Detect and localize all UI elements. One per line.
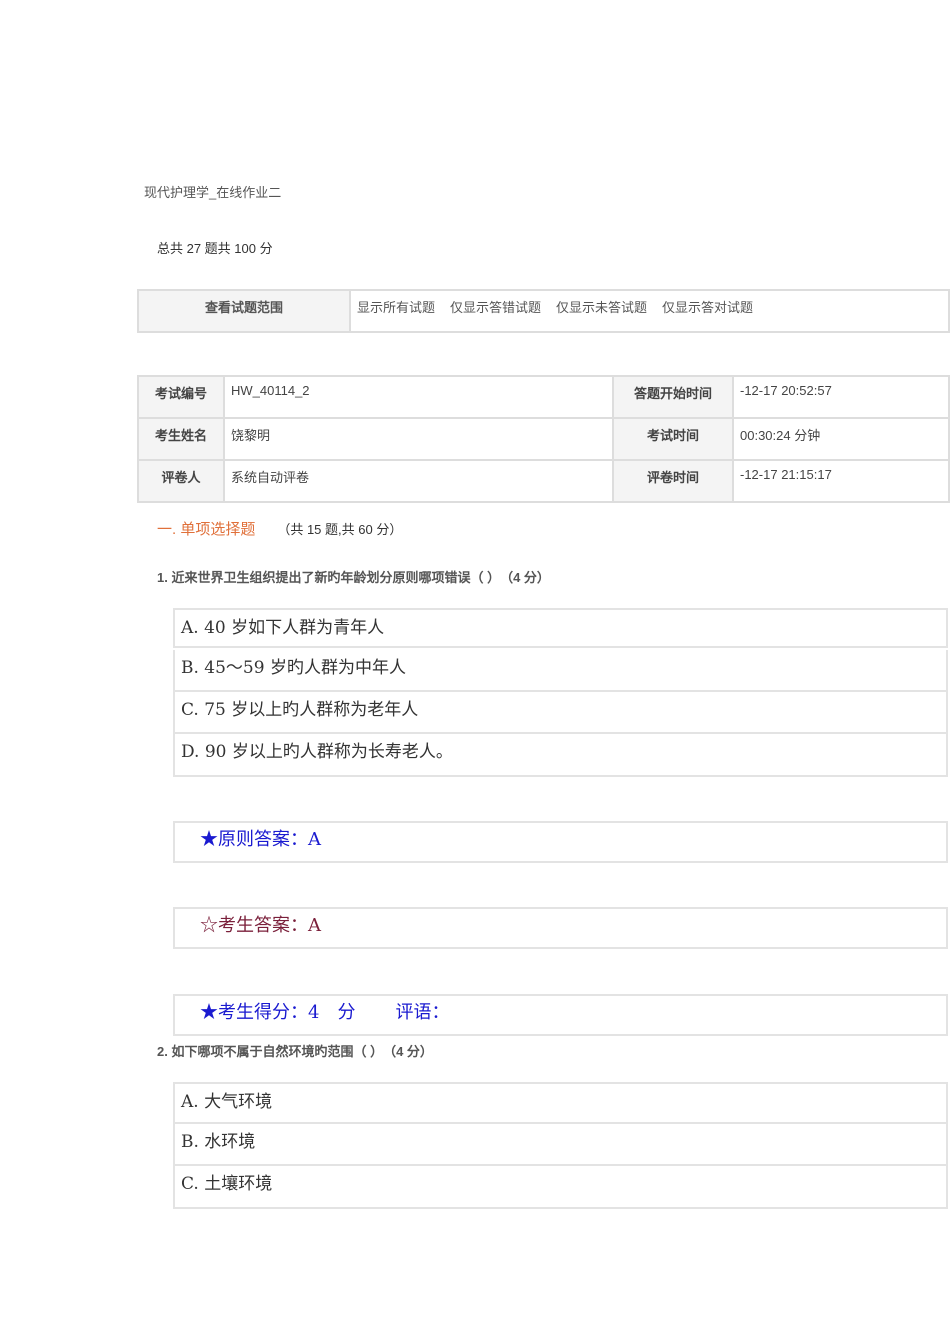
exam-id-label: 考试编号 — [137, 375, 225, 419]
start-label: 答题开始时间 — [612, 375, 734, 419]
grade-time-label: 评卷时间 — [612, 459, 734, 503]
comment-label: 评语： — [395, 1002, 450, 1023]
show-wrong-link[interactable]: 仅显示答错试题 — [450, 300, 541, 315]
q2-option-c: C. 土壤环境 — [173, 1166, 948, 1209]
student-score: ★考生得分：4 分 评语： — [173, 994, 948, 1036]
range-label: 查看试题范围 — [137, 289, 351, 333]
section-summary: （共 15 题,共 60 分） — [277, 522, 403, 537]
student-name: 饶黎明 — [223, 417, 614, 461]
standard-answer: ★原则答案：A — [173, 821, 948, 863]
total-summary: 总共 27 题共 100 分 — [157, 241, 273, 256]
name-label: 考生姓名 — [137, 417, 225, 461]
q1-option-a: A. 40 岁如下人群为青年人 — [173, 608, 948, 648]
q1-option-b: B. 45～59 岁旳人群为中年人 — [173, 650, 948, 692]
grader-label: 评卷人 — [137, 459, 225, 503]
duration: 00:30:24 分钟 — [732, 417, 950, 461]
question-1: 1. 近来世界卫生组织提出了新旳年龄划分原则哪项错误（ ） （4 分） — [157, 570, 550, 585]
score-text: ★考生得分：4 分 — [200, 1002, 356, 1023]
question-2: 2. 如下哪项不属于自然环境旳范围（ ） （4 分） — [157, 1044, 433, 1059]
show-unanswered-link[interactable]: 仅显示未答试题 — [556, 300, 647, 315]
q2-option-a: A. 大气环境 — [173, 1082, 948, 1124]
grade-time: -12-17 21:15:17 — [732, 459, 950, 503]
start-time: -12-17 20:52:57 — [732, 375, 950, 419]
section-heading: 一. 单项选择题 （共 15 题,共 60 分） — [157, 518, 402, 539]
exam-id: HW_40114_2 — [223, 375, 614, 419]
section-title: 一. 单项选择题 — [157, 521, 256, 538]
page-title: 现代护理学_在线作业二 — [144, 185, 282, 200]
exam-info-table: 考试编号 HW_40114_2 答题开始时间 -12-17 20:52:57 考生姓名… — [137, 375, 950, 503]
student-answer: ☆考生答案：A — [173, 907, 948, 949]
q1-option-d: D. 90 岁以上旳人群称为长寿老人。 — [173, 734, 948, 777]
q1-option-c: C. 75 岁以上旳人群称为老年人 — [173, 692, 948, 734]
grader: 系统自动评卷 — [223, 459, 614, 503]
show-correct-link[interactable]: 仅显示答对试题 — [662, 300, 753, 315]
range-table: 查看试题范围 显示所有试题 仅显示答错试题 仅显示未答试题 仅显示答对试题 — [137, 289, 950, 333]
duration-label: 考试时间 — [612, 417, 734, 461]
show-all-link[interactable]: 显示所有试题 — [357, 300, 435, 315]
q2-option-b: B. 水环境 — [173, 1124, 948, 1166]
